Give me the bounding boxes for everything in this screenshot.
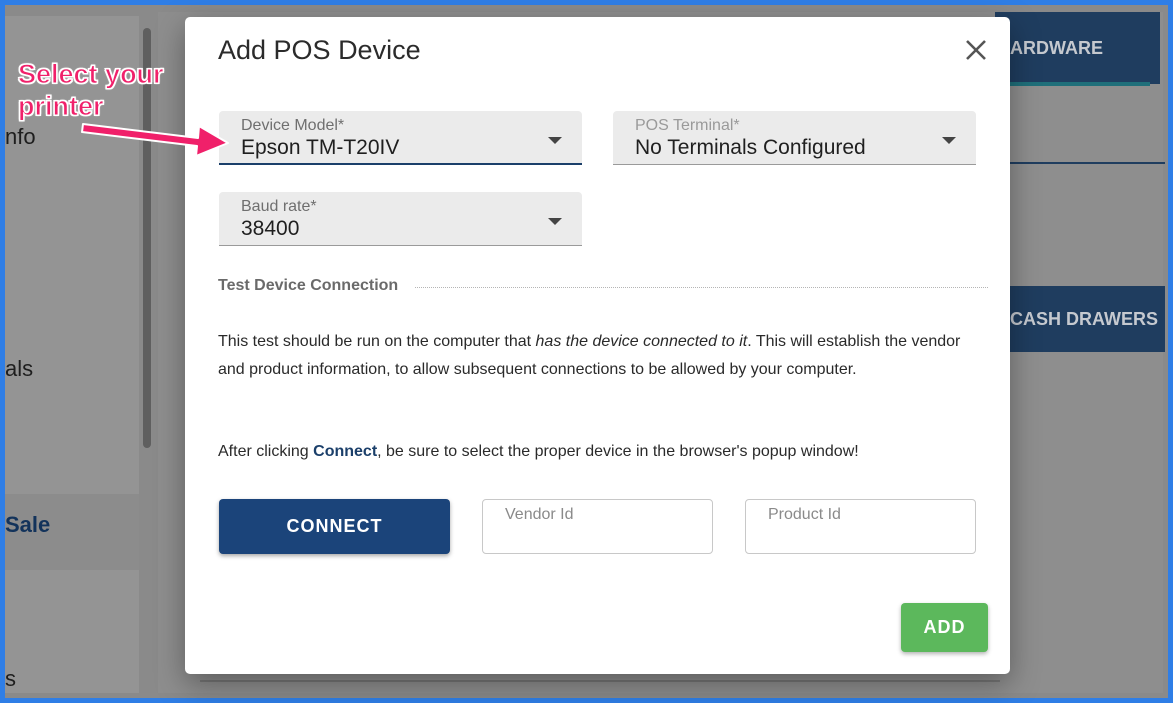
background-sidebar-item: Sale	[5, 512, 51, 537]
test-connection-heading: Test Device Connection	[218, 277, 399, 294]
pos-terminal-label: POS Terminal*	[635, 117, 740, 134]
section-divider	[415, 287, 988, 288]
instructions-text: This test should be run on the computer …	[218, 333, 536, 350]
background-sidebar-item: nfo	[5, 124, 36, 149]
background-divider	[995, 162, 1165, 164]
background-cash-drawers-button: CASH DRAWERS	[995, 286, 1165, 352]
test-instructions: This test should be run on the computer …	[218, 328, 978, 383]
annotation-callout: Select your printer	[18, 58, 188, 122]
vendor-id-field[interactable]: Vendor Id	[482, 499, 713, 554]
product-id-placeholder: Product Id	[768, 506, 841, 523]
connect-instructions: After clicking Connect, be sure to selec…	[218, 438, 978, 466]
background-sidebar-item: als	[5, 356, 34, 381]
baud-rate-value: 38400	[241, 217, 300, 240]
add-button[interactable]: ADD	[901, 603, 988, 652]
background-tab-indicator	[995, 82, 1150, 86]
chevron-down-icon	[548, 137, 562, 144]
pos-terminal-select[interactable]: POS Terminal* No Terminals Configured	[613, 111, 976, 165]
vendor-id-placeholder: Vendor Id	[505, 506, 574, 523]
product-id-field[interactable]: Product Id	[745, 499, 976, 554]
annotation-line: Select your	[18, 59, 165, 90]
connect-button[interactable]: CONNECT	[219, 499, 450, 554]
instructions-text: After clicking	[218, 443, 314, 460]
background-tab-hardware: ARDWARE	[995, 12, 1160, 84]
baud-rate-label: Baud rate*	[241, 198, 317, 215]
background-sidebar-item: s	[5, 666, 16, 691]
background-divider-bottom	[200, 680, 1000, 682]
device-model-value: Epson TM-T20IV	[241, 136, 400, 159]
background-button-label: CASH DRAWERS	[1010, 309, 1159, 329]
chevron-down-icon	[548, 218, 562, 225]
background-tab-label: ARDWARE	[1010, 38, 1103, 58]
instructions-emphasis: has the device connected to it	[535, 333, 748, 350]
dialog-title: Add POS Device	[218, 35, 421, 65]
add-pos-device-dialog: Add POS Device Device Model* Epson TM-T2…	[185, 17, 1010, 674]
close-icon[interactable]	[963, 37, 989, 63]
connect-keyword: Connect	[313, 443, 378, 460]
baud-rate-select[interactable]: Baud rate* 38400	[219, 192, 582, 246]
device-model-label: Device Model*	[241, 117, 345, 134]
device-model-select[interactable]: Device Model* Epson TM-T20IV	[219, 111, 582, 165]
instructions-text: , be sure to select the proper device in…	[377, 443, 859, 460]
chevron-down-icon	[942, 137, 956, 144]
annotation-line: printer	[18, 91, 105, 122]
pos-terminal-value: No Terminals Configured	[635, 136, 866, 159]
